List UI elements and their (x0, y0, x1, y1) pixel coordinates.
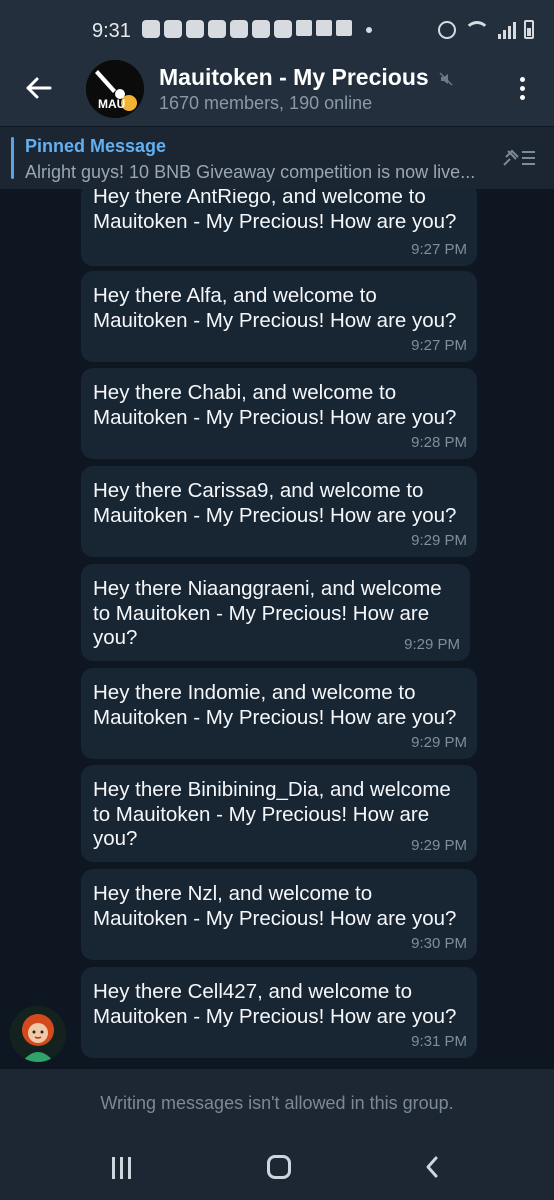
message-bubble[interactable]: Hey there Cell427, and welcome to Mauito… (81, 967, 477, 1058)
message-time: 9:27 PM (411, 337, 467, 354)
message-list[interactable]: Hey there AntRiego, and welcome to Mauit… (0, 189, 554, 1069)
sender-avatar[interactable] (10, 1006, 66, 1062)
user-avatar-icon (10, 1006, 66, 1062)
news-icon (296, 20, 312, 36)
message-time: 9:30 PM (411, 935, 467, 952)
discord-icon (186, 20, 204, 38)
pinned-title: Pinned Message (25, 136, 167, 156)
twitter-icon (274, 20, 292, 38)
message-time: 9:28 PM (411, 434, 467, 451)
discord-icon (164, 20, 182, 38)
signal-icon (498, 21, 516, 39)
message-bubble[interactable]: Hey there Chabi, and welcome to Mauitoke… (81, 368, 477, 459)
message-bubble[interactable]: Hey there Carissa9, and welcome to Mauit… (81, 466, 477, 557)
message-time: 9:27 PM (411, 241, 467, 258)
pinned-message[interactable]: Pinned Message Alright guys! 10 BNB Give… (0, 127, 554, 189)
recents-icon (112, 1157, 115, 1179)
message-text: Hey there Cell427, and welcome to Mauito… (93, 980, 457, 1028)
status-time: 9:31 (92, 20, 131, 42)
news-icon (316, 20, 332, 36)
message-text: Hey there Binibining_Dia, and welcome to… (93, 778, 451, 850)
alarm-icon (438, 21, 456, 39)
chat-title[interactable]: Mauitoken - My Precious (159, 64, 429, 91)
more-notifications-dot (366, 27, 372, 33)
pinned-text: Alright guys! 10 BNB Giveaway competitio… (25, 162, 476, 182)
message-bubble[interactable]: Hey there Niaanggraeni, and welcome to M… (81, 564, 470, 661)
mute-icon (439, 72, 453, 86)
message-time: 9:29 PM (411, 837, 467, 854)
chat-header: MAU Mauitoken - My Precious 1670 members… (0, 50, 554, 126)
message-text: Hey there Chabi, and welcome to Mauitoke… (93, 381, 457, 429)
chat-bubble-icon (208, 20, 226, 38)
pinned-indicator (11, 137, 14, 179)
group-logo-icon: MAU (86, 60, 144, 118)
arrow-left-icon (26, 77, 52, 99)
status-bar: 9:31 (0, 0, 554, 50)
message-text: Hey there Alfa, and welcome to Mauitoken… (93, 284, 457, 332)
youtube-icon (252, 20, 270, 38)
message-bubble[interactable]: Hey there AntRiego, and welcome to Mauit… (81, 189, 477, 266)
read-only-notice: Writing messages isn't allowed in this g… (100, 1093, 454, 1113)
message-text: Hey there Carissa9, and welcome to Mauit… (93, 479, 457, 527)
nav-back-button[interactable] (421, 1155, 445, 1179)
message-bubble[interactable]: Hey there Nzl, and welcome to Mauitoken … (81, 869, 477, 960)
group-avatar[interactable]: MAU (86, 60, 144, 118)
home-button[interactable] (267, 1155, 291, 1179)
message-time: 9:29 PM (411, 532, 467, 549)
message-text: Hey there Nzl, and welcome to Mauitoken … (93, 882, 457, 930)
chat-subtitle: 1670 members, 190 online (159, 93, 373, 113)
recent-apps-button[interactable] (112, 1157, 136, 1179)
android-nav-bar (0, 1135, 554, 1200)
back-button[interactable] (18, 68, 58, 108)
message-bubble[interactable]: Hey there Indomie, and welcome to Mauito… (81, 668, 477, 759)
notification-icons (142, 20, 380, 38)
message-time: 9:29 PM (404, 636, 460, 653)
news-icon (336, 20, 352, 36)
composer-disabled: Writing messages isn't allowed in this g… (0, 1069, 554, 1135)
more-vertical-icon (519, 76, 525, 82)
message-time: 9:29 PM (411, 734, 467, 751)
message-time: 9:31 PM (411, 1033, 467, 1050)
pinned-list-icon[interactable] (500, 143, 538, 173)
wifi-icon (464, 19, 490, 39)
message-bubble[interactable]: Hey there Alfa, and welcome to Mauitoken… (81, 271, 477, 362)
message-bubble[interactable]: Hey there Binibining_Dia, and welcome to… (81, 765, 477, 862)
message-text: Hey there Indomie, and welcome to Mauito… (93, 681, 457, 729)
trend-icon (230, 20, 248, 38)
system-icons (438, 19, 534, 39)
discord-icon (142, 20, 160, 38)
battery-icon (524, 20, 534, 39)
message-text: Hey there AntRiego, and welcome to Mauit… (93, 189, 457, 233)
group-avatar-text: MAU (98, 97, 125, 111)
more-menu-button[interactable] (508, 68, 536, 108)
